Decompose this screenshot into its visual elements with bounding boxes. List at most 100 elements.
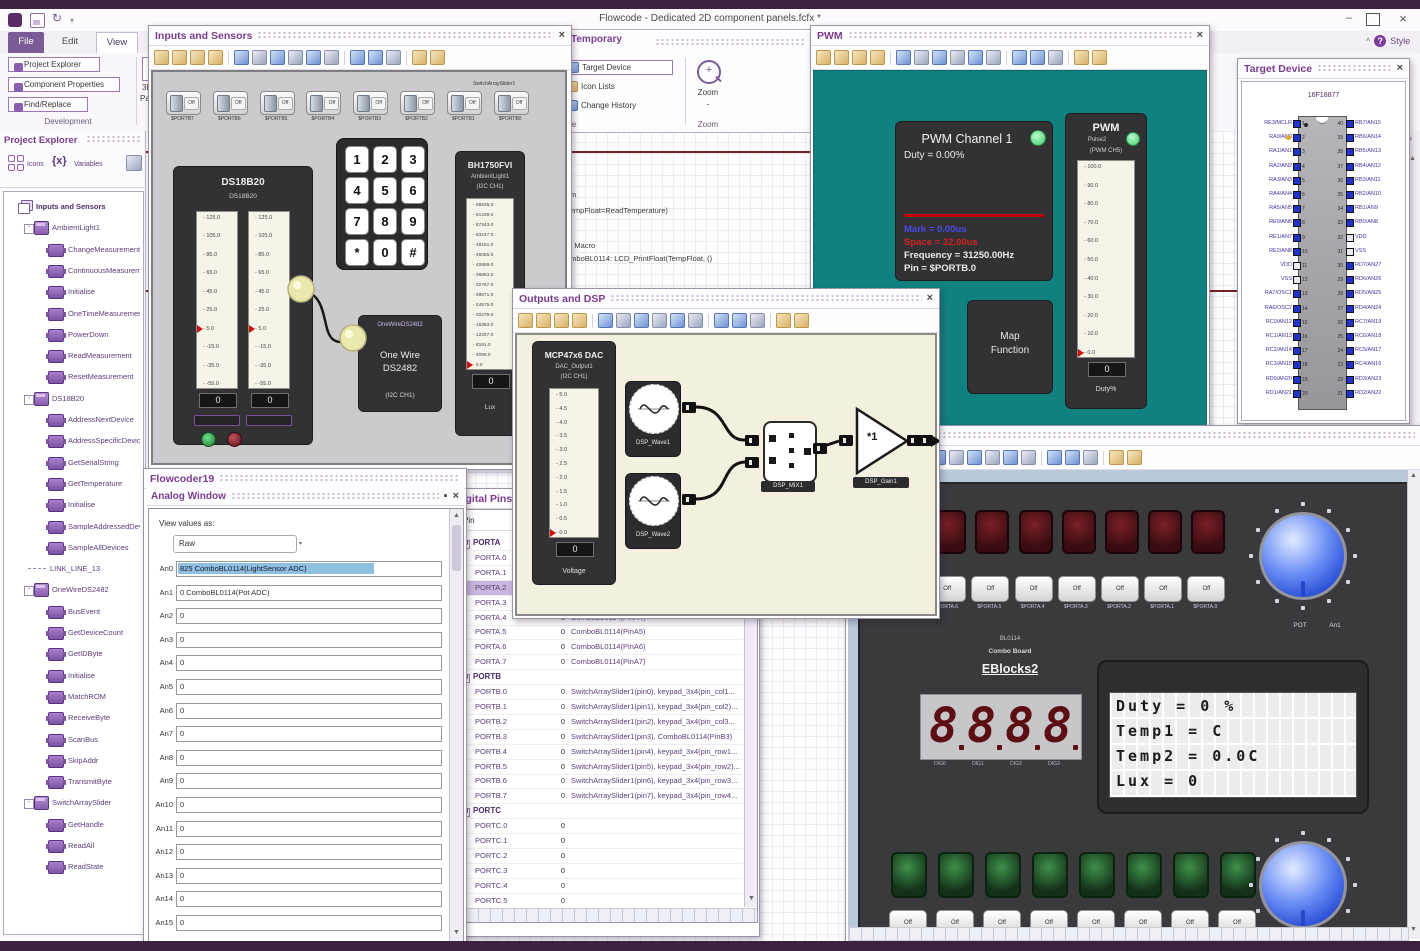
tree-item-transmitbyte[interactable]: TransmitByte — [4, 772, 141, 792]
tree-item-ds18b20[interactable]: - DS18B20 — [4, 389, 141, 409]
tree-item-getidbyte[interactable]: GetIDByte — [4, 644, 141, 664]
tree-expander-icon[interactable]: - — [24, 586, 34, 597]
red-led[interactable] — [227, 432, 242, 447]
view-item-change-history[interactable]: Change History — [565, 98, 673, 113]
zoom-icon[interactable]: + — [697, 60, 721, 84]
board-hscrollbar[interactable] — [848, 927, 1409, 941]
toggle-switch-portb1[interactable]: Off — [446, 91, 482, 115]
toolbar-icon[interactable] — [252, 50, 267, 65]
pwm-duty-slider[interactable]: - 100.0 - 90.0 - 80.0 - 70.0 - 60.0 - 50.0 - 4… — [1077, 160, 1135, 358]
tree-item-link-line-13[interactable]: LINK_LINE_13 — [4, 559, 141, 579]
view-values-dropdown[interactable]: Raw — [173, 535, 297, 553]
slider-marker[interactable] — [550, 529, 556, 537]
icons-view-icon[interactable] — [8, 155, 24, 171]
green-led-6[interactable] — [1173, 852, 1209, 898]
toolbar-icon[interactable] — [852, 50, 867, 65]
tree-item-initialise[interactable]: Initialise — [4, 495, 141, 515]
ds18b20-slider-2[interactable]: - 125.0 - 105.0 - 85.0 - 65.0 - 45.0 - 25.0 - … — [248, 211, 290, 389]
pin-row-portb-5[interactable]: PORTB.5 0 SwitchArraySlider1(pin5), keypad… — [455, 760, 743, 774]
toolbar-icon[interactable] — [350, 50, 365, 65]
pin-pad-left[interactable] — [1293, 120, 1301, 128]
tree-item-receivebyte[interactable]: ReceiveByte — [4, 708, 141, 728]
pin-pad-left[interactable] — [1293, 162, 1301, 171]
toolbar-icon[interactable] — [616, 313, 631, 328]
tree-item-addressspecificdevice[interactable]: AddressSpecificDevice — [4, 431, 141, 451]
tree-item-getdevicecount[interactable]: GetDeviceCount — [4, 623, 141, 643]
keypad-key-3[interactable]: 3 — [401, 146, 425, 173]
tree-expander-icon[interactable]: - — [24, 224, 34, 235]
pin-pad-left[interactable] — [1293, 191, 1301, 199]
scroll-up-icon[interactable]: ▲ — [1409, 155, 1419, 165]
digital-hscrollbar[interactable] — [453, 908, 757, 922]
board-switch-porta4[interactable]: Off — [1014, 576, 1053, 602]
pin-pad-right[interactable] — [1346, 219, 1354, 228]
green-led-5[interactable] — [1126, 852, 1162, 898]
toolbar-icon[interactable] — [1003, 450, 1018, 465]
toolbar-icon[interactable] — [430, 50, 445, 65]
green-led-3[interactable] — [1032, 852, 1068, 898]
toolbar-icon[interactable] — [598, 313, 613, 328]
close-icon[interactable]: × — [559, 30, 565, 41]
board-switch-porta5[interactable]: Off — [971, 576, 1010, 602]
toolbar-icon[interactable] — [270, 50, 285, 65]
zoom-minus[interactable]: - — [703, 99, 713, 109]
tree-item-sampleaddresseddevice[interactable]: SampleAddressedDevice — [4, 517, 141, 537]
bh1750-slider[interactable]: - 65535.0 - 61439.0 - 57343.0 - 53247.0 - 49… — [466, 198, 514, 370]
keypad-key-5[interactable]: 5 — [373, 177, 397, 204]
dac-slider[interactable]: - 5.0 - 4.5 - 4.0 - 3.5 - 3.0 - 2.5 - 2.0 - 1.5… — [549, 388, 599, 538]
keypad-key-1[interactable]: 1 — [345, 146, 369, 173]
onewire-ds2482-block[interactable]: OneWireDS2482 One Wire DS2482 (I2C CH1) — [358, 315, 442, 412]
help-icon[interactable]: ? — [1374, 35, 1387, 47]
green-led-7[interactable] — [1220, 852, 1256, 898]
tree-item-ambientlight1[interactable]: - AmbientLight1 — [4, 218, 141, 238]
toolbar-icon[interactable] — [794, 313, 809, 328]
ds18b20-slider-1[interactable]: - 125.0 - 105.0 - 85.0 - 65.0 - 45.0 - 25.0 - … — [196, 211, 238, 389]
pin-pad-left[interactable] — [1293, 233, 1301, 242]
pin-pad-left[interactable] — [1293, 361, 1301, 370]
toolbar-icon[interactable] — [1127, 450, 1142, 465]
analog-input-an5[interactable]: 0 — [176, 679, 442, 695]
analog-input-an11[interactable]: 0 — [176, 820, 442, 837]
tree-item-scanbus[interactable]: ScanBus — [4, 730, 141, 750]
board-switch-porta3[interactable]: Off — [1057, 576, 1096, 602]
pin-row-portb[interactable]: ◢PORTB — [455, 670, 743, 684]
toolbar-icon[interactable] — [1030, 50, 1045, 65]
quickbar-more-icon[interactable]: ▾ — [70, 16, 78, 25]
analog-input-an14[interactable]: 0 — [176, 891, 442, 908]
analog-window-titlebar[interactable]: Analog Window ▪ × — [146, 488, 464, 506]
flowcoder-window-titlebar[interactable]: Flowcoder19 — [144, 469, 466, 489]
tree-expander-icon[interactable]: - — [24, 394, 34, 405]
slider-marker[interactable] — [467, 361, 473, 369]
toolbar-icon[interactable] — [154, 50, 169, 65]
analog-input-an13[interactable]: 0 — [176, 867, 442, 884]
analog-input-an1[interactable]: 0 ComboBL0114(Pot ADC) — [176, 584, 442, 601]
pin-pad-left[interactable] — [1293, 304, 1301, 313]
pin-pad-left[interactable] — [1293, 347, 1301, 356]
scroll-down-icon[interactable]: ▼ — [1409, 926, 1418, 935]
pin-row-portb-4[interactable]: PORTB.4 0 SwitchArraySlider1(pin4), keypad… — [455, 745, 743, 759]
toolbar-icon[interactable] — [172, 50, 187, 65]
keypad-key-7[interactable]: 7 — [345, 208, 369, 235]
redo-icon[interactable]: ↻ — [52, 11, 66, 27]
pin-pad-left[interactable] — [1293, 148, 1301, 157]
macros-view-icon[interactable] — [126, 155, 142, 171]
toolbar-icon[interactable] — [536, 313, 551, 328]
minimize-button[interactable]: – — [1340, 12, 1358, 27]
toggle-switch-portb2[interactable]: Off — [400, 91, 435, 115]
toolbar-icon[interactable] — [1074, 50, 1089, 65]
close-icon[interactable]: × — [927, 293, 933, 304]
tree-item-addressnextdevice[interactable]: AddressNextDevice — [4, 410, 141, 430]
tree-item-changemeasurementmode[interactable]: ChangeMeasurementMode — [4, 240, 141, 260]
collapse-ribbon-icon[interactable]: ^ — [1366, 36, 1370, 46]
tree-item-gettemperature[interactable]: GetTemperature — [4, 474, 141, 494]
ribbon-button-project-explorer[interactable]: Project Explorer — [8, 57, 100, 72]
keypad-key-0[interactable]: 0 — [373, 239, 397, 266]
toolbar-icon[interactable] — [834, 50, 849, 65]
toolbar-icon[interactable] — [324, 50, 339, 65]
pin-pad-right[interactable] — [1346, 162, 1354, 171]
pin-pad-right[interactable] — [1346, 361, 1354, 370]
pin-row-portb-7[interactable]: PORTB.7 0 SwitchArraySlider1(pin7), keypad… — [455, 789, 743, 803]
toolbar-icon[interactable] — [518, 313, 533, 328]
pin-row-portb-0[interactable]: PORTB.0 0 SwitchArraySlider1(pin0), keypad… — [455, 685, 743, 699]
pin-pad-right[interactable] — [1346, 375, 1354, 384]
